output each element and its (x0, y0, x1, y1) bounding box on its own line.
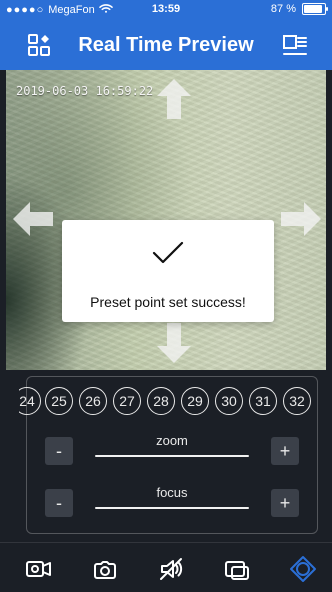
focus-minus-button[interactable]: - (45, 489, 73, 517)
zoom-slider-track[interactable] (95, 455, 249, 457)
focus-label: focus (156, 485, 188, 500)
focus-plus-button[interactable]: + (271, 489, 299, 517)
preset-label: 29 (187, 393, 203, 409)
app: ●●●●○ MegaFon 13:59 87 % Real Time Previ… (0, 0, 332, 592)
arrow-down-icon[interactable] (151, 320, 197, 366)
zoom-minus-button[interactable]: - (45, 437, 73, 465)
preset-label: 24 (19, 393, 35, 409)
menu-icon[interactable] (282, 32, 308, 58)
arrow-left-icon[interactable] (10, 196, 56, 242)
arrow-right-icon[interactable] (278, 196, 324, 242)
preset-button[interactable]: 32 (283, 387, 311, 415)
battery-percentage: 87 % (270, 3, 296, 15)
preset-label: 31 (255, 393, 271, 409)
preset-button[interactable]: 29 (181, 387, 209, 415)
preset-button[interactable]: 25 (45, 387, 73, 415)
focus-slider-track[interactable] (95, 507, 249, 509)
battery-icon (302, 3, 328, 15)
control-panel: 24 25 26 27 28 29 30 31 32 - zoom + - fo… (0, 370, 332, 542)
preset-label: 26 (85, 393, 101, 409)
zoom-plus-button[interactable]: + (271, 437, 299, 465)
toast-dialog: Preset point set success! (62, 220, 274, 322)
top-header: Real Time Preview (0, 20, 332, 70)
preset-button[interactable]: 31 (249, 387, 277, 415)
preset-button[interactable]: 24 (19, 387, 41, 415)
preset-button[interactable]: 27 (113, 387, 141, 415)
bottom-toolbar (0, 542, 332, 592)
preset-button[interactable]: 28 (147, 387, 175, 415)
zoom-control: - zoom + (45, 433, 299, 467)
preset-label: 25 (51, 393, 67, 409)
focus-control: - focus + (45, 485, 299, 519)
preset-label: 32 (289, 393, 305, 409)
preset-strip[interactable]: 24 25 26 27 28 29 30 31 32 (19, 387, 332, 417)
preset-button[interactable]: 30 (215, 387, 243, 415)
arrow-up-icon[interactable] (151, 76, 197, 122)
zoom-label: zoom (156, 433, 188, 448)
preset-button[interactable]: 26 (79, 387, 107, 415)
status-bar: ●●●●○ MegaFon 13:59 87 % (0, 0, 332, 20)
preset-label: 27 (119, 393, 135, 409)
status-right: 87 % (270, 3, 328, 15)
toast-message: Preset point set success! (90, 294, 246, 310)
control-panel-box: 24 25 26 27 28 29 30 31 32 - zoom + - fo… (19, 376, 318, 534)
mute-icon[interactable] (156, 554, 186, 584)
preset-label: 30 (221, 393, 237, 409)
video-record-icon[interactable] (24, 554, 54, 584)
camera-icon[interactable] (90, 554, 120, 584)
checkmark-icon (62, 238, 274, 266)
ptz-icon[interactable] (288, 554, 318, 584)
preview-timestamp: 2019-06-03 16:59:22 (16, 84, 154, 98)
preset-label: 28 (153, 393, 169, 409)
multi-window-icon[interactable] (222, 554, 252, 584)
